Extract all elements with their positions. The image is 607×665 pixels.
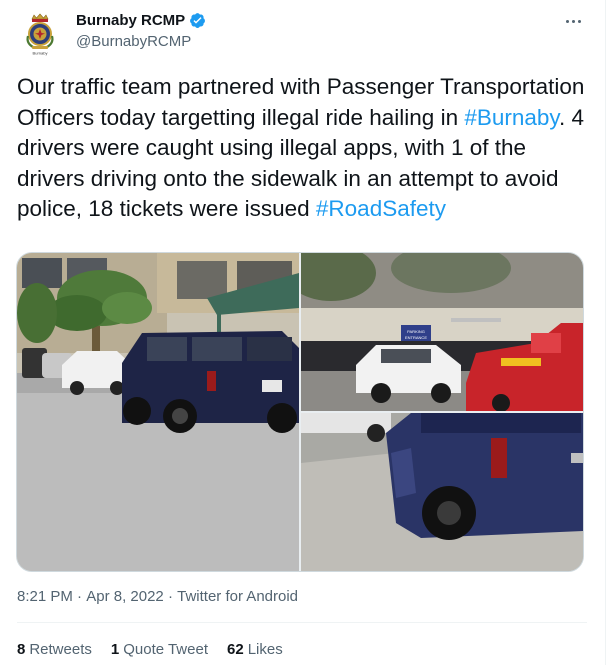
tweet-date-link[interactable]: Apr 8, 2022 — [86, 588, 164, 605]
retweets-label: Retweets — [29, 641, 92, 658]
quotes-label: Quote Tweet — [123, 641, 208, 658]
engagement-stats: 8 Retweets 1 Quote Tweet 62 Likes — [17, 641, 283, 658]
tweet-meta: 8:21 PM · Apr 8, 2022 · Twitter for Andr… — [17, 588, 298, 605]
unmarked-police-suv-photo[interactable] — [17, 253, 299, 571]
hashtag-roadsafety-link[interactable]: #RoadSafety — [316, 196, 446, 221]
avatar-caption: Burnaby — [33, 51, 48, 56]
rcmp-crest-icon[interactable]: Burnaby — [17, 10, 63, 56]
likes-count: 62 — [227, 641, 244, 658]
meta-separator: · — [163, 588, 178, 605]
author-display-name[interactable]: Burnaby RCMP — [76, 12, 185, 29]
sign-text-2: ENTRANCE — [405, 335, 427, 340]
more-dot — [577, 19, 581, 23]
hashtag-burnaby-link[interactable]: #Burnaby — [464, 105, 559, 130]
likes-label: Likes — [247, 641, 283, 658]
quotes-count: 1 — [110, 641, 120, 658]
media-grid: PARKING ENTRANCE — [16, 252, 584, 572]
quote-tweets-stat-link[interactable]: 1 Quote Tweet — [111, 641, 208, 658]
meta-separator: · — [72, 588, 87, 605]
tweet-text: Our traffic team partnered with Passenge… — [17, 72, 587, 225]
author-handle[interactable]: @BurnabyRCMP — [76, 33, 191, 50]
verified-badge-icon — [189, 12, 206, 29]
more-options-icon[interactable] — [563, 13, 583, 29]
tow-truck-white-suv-photo[interactable]: PARKING ENTRANCE — [301, 253, 583, 411]
divider — [17, 622, 587, 623]
likes-stat-link[interactable]: 62 Likes — [227, 641, 283, 658]
retweets-count: 8 — [17, 641, 26, 658]
tweet-source-link[interactable]: Twitter for Android — [177, 588, 298, 605]
tweet-card: Burnaby Burnaby RCMP @BurnabyRCMP Our tr… — [0, 0, 606, 665]
retweets-stat-link[interactable]: 8 Retweets — [17, 641, 92, 658]
author-name-row[interactable]: Burnaby RCMP — [76, 12, 206, 29]
suv-on-sidewalk-photo[interactable] — [301, 413, 583, 571]
sign-text-1: PARKING — [407, 329, 425, 334]
more-dot — [571, 19, 575, 23]
tweet-time-link[interactable]: 8:21 PM — [17, 588, 73, 605]
more-dot — [565, 19, 569, 23]
